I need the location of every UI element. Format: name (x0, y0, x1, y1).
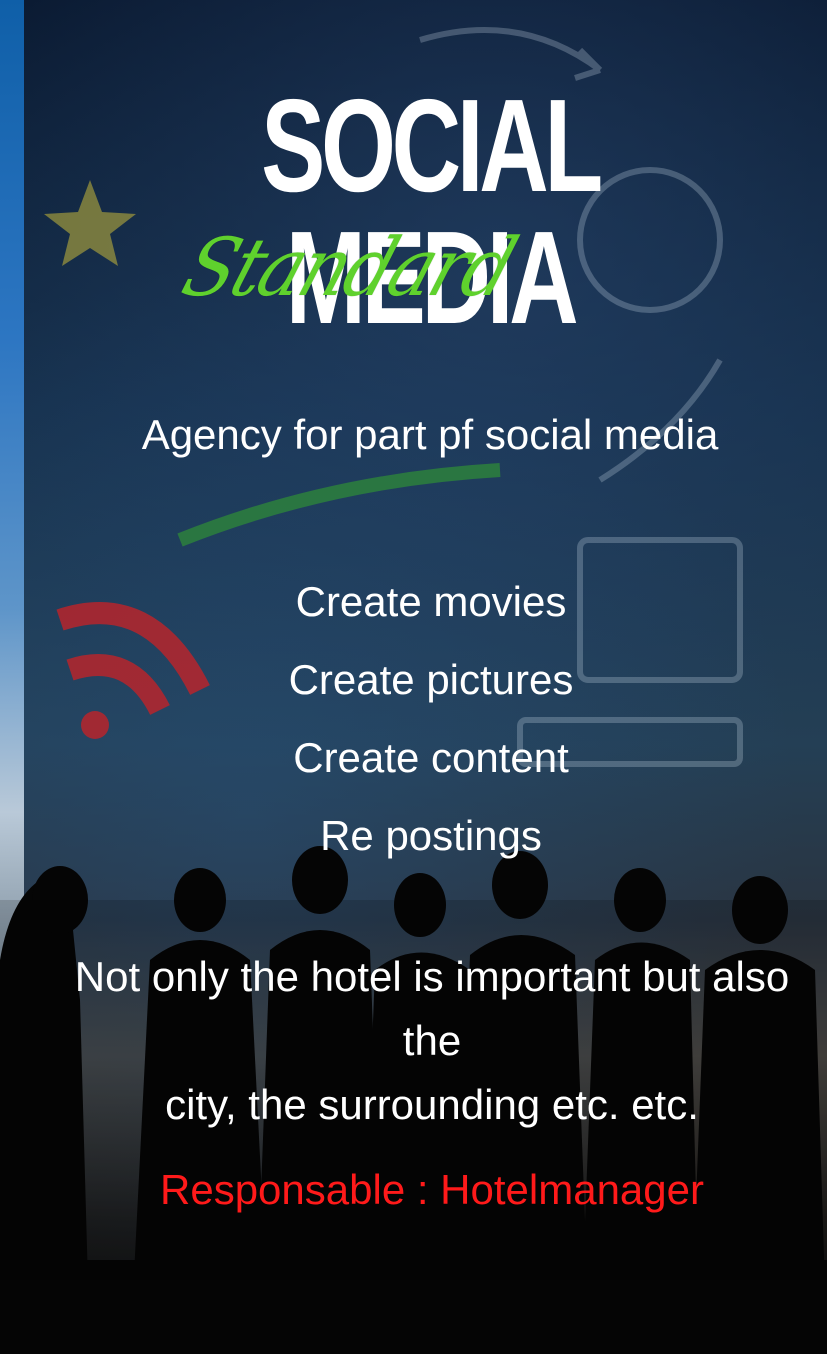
task-item: Create movies (295, 578, 567, 625)
task-item: Create content (293, 734, 569, 781)
responsible-label: Responsable : Hotelmanager (160, 1166, 704, 1213)
green-underline-sketch (177, 463, 501, 547)
note-line-1: Not only the hotel is important but also… (74, 953, 790, 1064)
note-line-2: city, the surrounding etc. etc. (165, 1081, 699, 1128)
intro-text: Agency for part pf social media (141, 411, 719, 458)
page-subtitle: Standard (171, 221, 525, 315)
arrow-sketch (419, 27, 602, 73)
task-list: Create movies Create pictures Create con… (0, 563, 827, 875)
task-item: Re postings (320, 812, 542, 859)
task-item: Create pictures (288, 656, 574, 703)
note-text: Not only the hotel is important but also… (40, 945, 824, 1137)
